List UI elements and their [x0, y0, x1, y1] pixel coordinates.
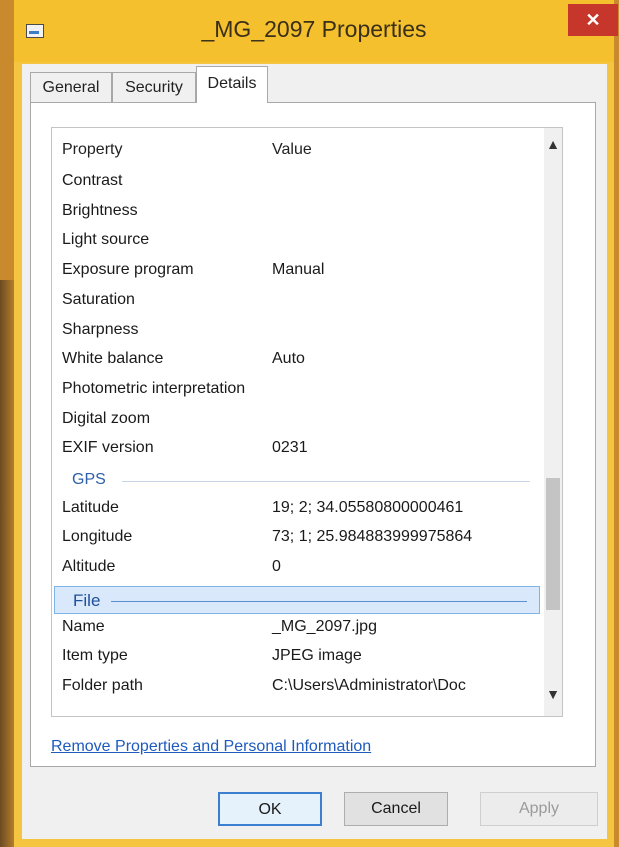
list-item[interactable]: Folder path C:\Users\Administrator\Doc — [52, 673, 542, 701]
property-name: EXIF version — [62, 439, 154, 457]
cancel-button[interactable]: Cancel — [344, 792, 448, 826]
property-value: Auto — [272, 350, 305, 368]
property-name: Name — [62, 617, 105, 635]
remove-properties-link[interactable]: Remove Properties and Personal Informati… — [51, 738, 371, 756]
property-name: Saturation — [62, 290, 135, 308]
list-item[interactable]: Altitude 0 — [52, 554, 542, 582]
property-name: Latitude — [62, 498, 119, 516]
list-item[interactable]: Photometric interpretation — [52, 376, 542, 404]
tab-details[interactable]: Details — [196, 66, 268, 103]
group-header-gps[interactable]: GPS — [52, 467, 542, 495]
property-name: Longitude — [62, 528, 133, 546]
property-value: 19; 2; 34.05580800000461 — [272, 498, 464, 516]
property-name: Altitude — [62, 558, 116, 576]
property-name: Digital zoom — [62, 409, 151, 427]
list-item[interactable]: Name _MG_2097.jpg — [52, 614, 542, 642]
group-header-file[interactable]: File — [54, 585, 540, 614]
window-title: _MG_2097 Properties — [201, 16, 427, 42]
group-divider — [122, 481, 530, 482]
list-item[interactable]: EXIF version 0231 — [52, 435, 542, 463]
vertical-scrollbar[interactable]: ▲ ▼ — [544, 128, 562, 716]
property-value: JPEG image — [272, 647, 362, 665]
property-value: 73; 1; 25.984883999975864 — [272, 528, 473, 546]
tab-security[interactable]: Security — [112, 72, 196, 102]
group-label: GPS — [72, 471, 106, 488]
scroll-thumb[interactable] — [546, 478, 560, 610]
chevron-down-icon[interactable]: ▼ — [544, 684, 562, 704]
list-item[interactable]: Item type JPEG image — [52, 643, 542, 671]
list-item[interactable]: Latitude 19; 2; 34.05580800000461 — [52, 495, 542, 523]
property-name: Photometric interpretation — [62, 379, 246, 397]
dialog-body: General Security Details Property Value … — [22, 64, 607, 839]
column-header: Property Value — [52, 128, 542, 168]
list-item[interactable]: Longitude 73; 1; 25.984883999975864 — [52, 524, 542, 552]
close-button[interactable]: ✕ — [568, 4, 618, 36]
property-name: Sharpness — [62, 320, 139, 338]
apply-button[interactable]: Apply — [480, 792, 598, 826]
tab-general[interactable]: General — [30, 72, 112, 102]
property-value: 0231 — [272, 439, 308, 457]
property-name: Folder path — [62, 676, 143, 694]
property-value: _MG_2097.jpg — [272, 617, 377, 635]
list-item[interactable]: Light source — [52, 227, 542, 255]
property-name: White balance — [62, 350, 164, 368]
list-item[interactable]: Exposure program Manual — [52, 257, 542, 285]
ok-button[interactable]: OK — [218, 792, 322, 826]
list-item[interactable]: Saturation — [52, 287, 542, 315]
property-value: 0 — [272, 558, 281, 576]
property-name: Item type — [62, 647, 128, 665]
group-divider — [111, 600, 527, 602]
details-panel: Property Value Contrast Brightness Light s… — [30, 102, 596, 767]
property-value: C:\Users\Administrator\Doc — [272, 676, 466, 694]
chevron-up-icon[interactable]: ▲ — [544, 134, 562, 154]
column-header-value[interactable]: Value — [272, 141, 312, 159]
properties-window: _MG_2097 Properties ✕ General Security D… — [14, 0, 618, 847]
list-item[interactable]: Sharpness — [52, 317, 542, 345]
list-item[interactable]: Contrast — [52, 168, 542, 196]
list-item[interactable]: Digital zoom — [52, 406, 542, 434]
list-item[interactable]: Brightness — [52, 198, 542, 226]
property-name: Contrast — [62, 172, 123, 189]
group-label: File — [73, 590, 101, 610]
properties-list[interactable]: Property Value Contrast Brightness Light s… — [51, 127, 563, 717]
property-name: Brightness — [62, 201, 138, 219]
property-value: Manual — [272, 261, 325, 279]
title-bar[interactable]: _MG_2097 Properties ✕ — [14, 0, 618, 62]
property-name: Light source — [62, 231, 150, 249]
list-item[interactable]: White balance Auto — [52, 346, 542, 374]
column-header-property[interactable]: Property — [62, 141, 122, 159]
property-name: Exposure program — [62, 261, 194, 279]
